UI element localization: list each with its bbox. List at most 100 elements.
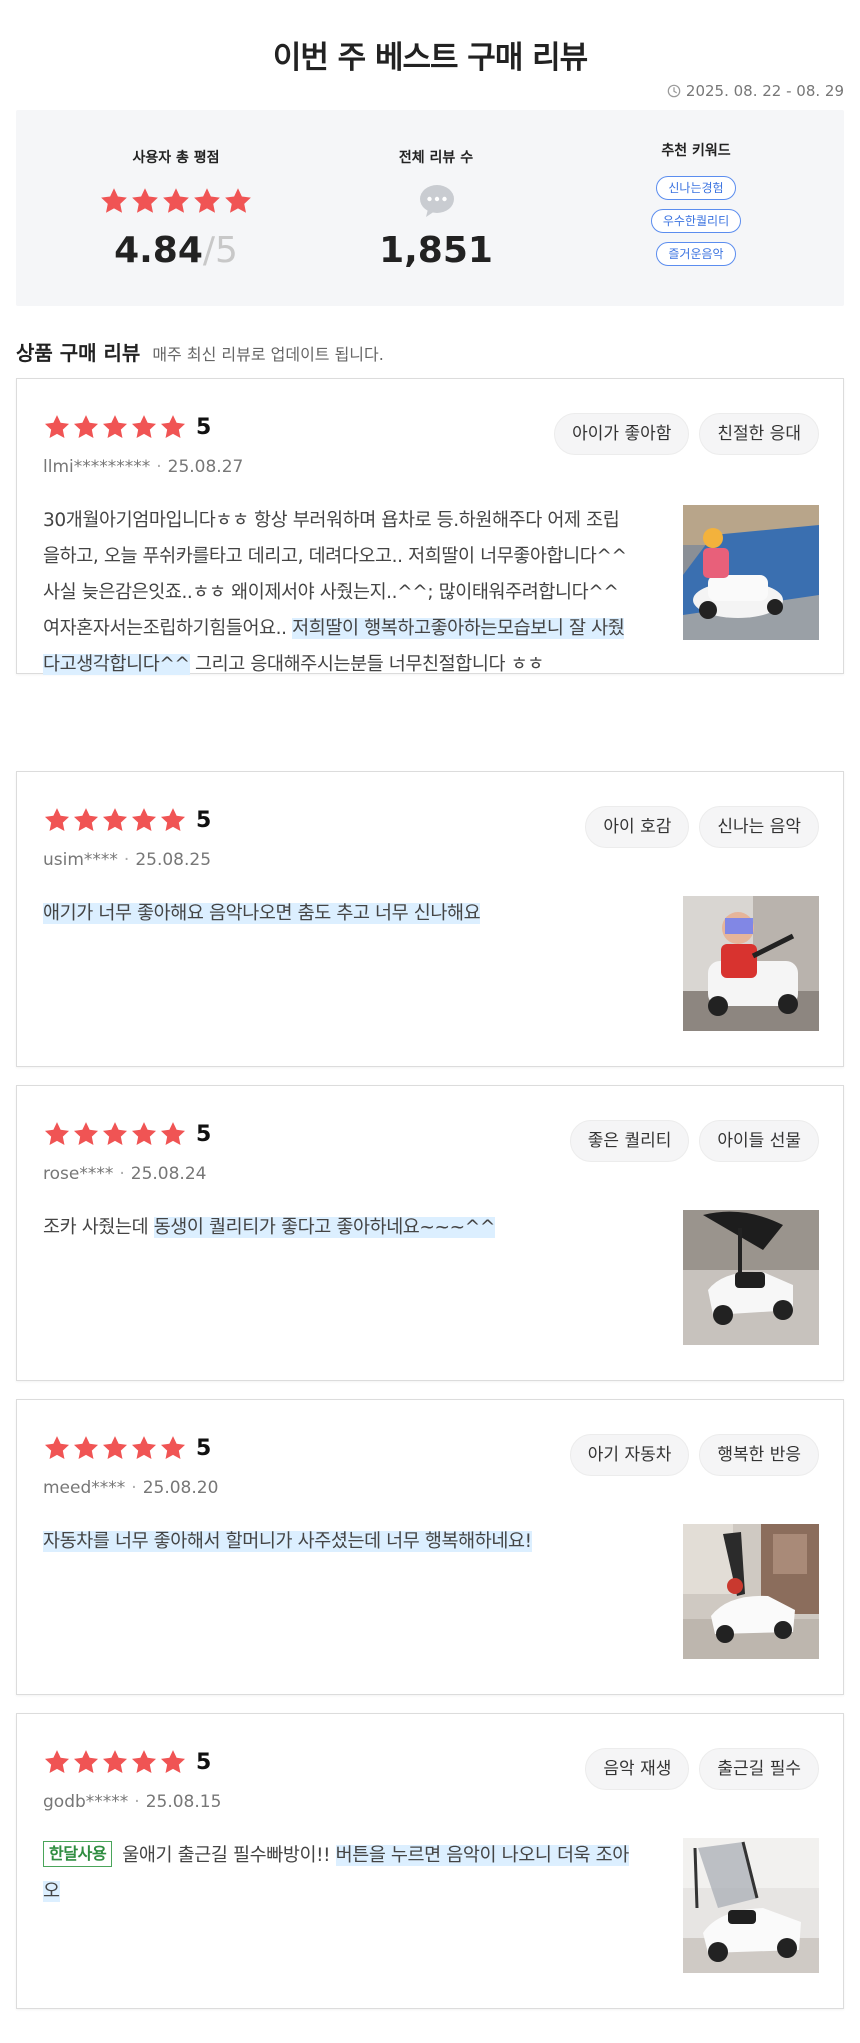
star-icon (43, 1120, 71, 1148)
review-photo[interactable] (683, 1524, 819, 1659)
star-icon (43, 1434, 71, 1462)
review-text: 30개월아기엄마입니다ㅎㅎ 항상 부러워하며 욥차로 등.하원해주다 어제 조립… (43, 503, 633, 683)
review-tag[interactable]: 친절한 응대 (699, 413, 819, 455)
star-icon (159, 413, 187, 441)
review-tag[interactable]: 음악 재생 (585, 1748, 690, 1790)
keyword-tag[interactable]: 우수한퀄리티 (650, 209, 742, 233)
review-meta: usim**** · 25.08.25 (43, 850, 212, 870)
review-text: 조카 사줬는데 동생이 퀄리티가 좋다고 좋아하네요~~~^^ (43, 1210, 633, 1246)
chat-icon (420, 185, 454, 217)
review-tag[interactable]: 아이 호감 (585, 806, 690, 848)
review-tag[interactable]: 아이들 선물 (699, 1120, 819, 1162)
review-score: 5 (196, 1121, 212, 1147)
review-card: 5 usim**** · 25.08.25 아이 호감 신나는 음악 애기가 너무 … (16, 771, 844, 1067)
review-tag[interactable]: 아이가 좋아함 (554, 413, 690, 455)
count-label: 전체 리뷰 수 (398, 150, 474, 166)
review-photo[interactable] (683, 505, 819, 640)
star-icon (72, 413, 100, 441)
review-user: llmi********* (43, 457, 151, 477)
review-text: 한달사용 울애기 출근길 필수빠방이!! 버튼을 누르면 음악이 나오니 더욱 조… (43, 1838, 633, 1910)
star-icon (99, 186, 129, 216)
review-text-highlight: 애기가 너무 좋아해요 음악나오면 춤도 추고 너무 신나해요 (43, 903, 481, 924)
star-icon (159, 806, 187, 834)
review-photo[interactable] (683, 1210, 819, 1345)
star-icon (72, 1434, 100, 1462)
page-title: 이번 주 베스트 구매 리뷰 (272, 40, 588, 76)
review-date: 25.08.25 (135, 850, 212, 870)
review-text-plain: 조카 사줬는데 (43, 1217, 154, 1238)
section-title: 상품 구매 리뷰 (16, 341, 141, 365)
rating-slash: / (202, 230, 216, 271)
review-date: 25.08.24 (130, 1164, 207, 1184)
review-user: usim**** (43, 850, 118, 870)
count-value: 1,851 (379, 230, 493, 271)
review-text: 자동차를 너무 좋아해서 할머니가 사주셨는데 너무 행복해하네요! (43, 1524, 633, 1560)
star-icon (72, 1748, 100, 1776)
review-score: 5 (196, 807, 212, 833)
section-header: 상품 구매 리뷰 매주 최신 리뷰로 업데이트 됩니다. (16, 337, 384, 366)
rating-label: 사용자 총 평점 (132, 150, 220, 166)
review-date: 25.08.27 (167, 457, 244, 477)
rating-stars (56, 186, 296, 216)
review-rating: 5 (43, 413, 211, 441)
keyword-summary: 추천 키워드 신나는경험 우수한퀄리티 즐거운음악 (576, 110, 816, 306)
review-text-plain: 울애기 출근길 필수빠방이!! (122, 1845, 336, 1866)
review-tags: 아기 자동차 행복한 반응 (569, 1434, 819, 1476)
review-meta: rose**** · 25.08.24 (43, 1164, 207, 1184)
rating-max: 5 (215, 230, 238, 271)
review-user: meed**** (43, 1478, 126, 1498)
review-meta: llmi********* · 25.08.27 (43, 457, 244, 477)
review-user: godb***** (43, 1792, 129, 1812)
star-icon (43, 413, 71, 441)
review-photo[interactable] (683, 1838, 819, 1973)
star-icon (130, 413, 158, 441)
review-tags: 아이가 좋아함 친절한 응대 (554, 413, 819, 455)
review-text-after: 그리고 응대해주시는분들 너무친절합니다 ㅎㅎ (189, 654, 544, 675)
star-icon (130, 1434, 158, 1462)
star-icon (101, 1748, 129, 1776)
review-text-highlight: 자동차를 너무 좋아해서 할머니가 사주셨는데 너무 행복해하네요! (43, 1531, 532, 1552)
star-icon (159, 1748, 187, 1776)
review-rating: 5 (43, 806, 211, 834)
usage-badge: 한달사용 (43, 1841, 113, 1867)
review-rating: 5 (43, 1120, 211, 1148)
star-icon (130, 806, 158, 834)
review-meta: godb***** · 25.08.15 (43, 1792, 222, 1812)
star-icon (192, 186, 222, 216)
review-score: 5 (196, 1749, 212, 1775)
review-user: rose**** (43, 1164, 114, 1184)
keyword-tag[interactable]: 신나는경험 (656, 176, 736, 200)
star-icon (101, 1434, 129, 1462)
star-icon (130, 186, 160, 216)
keyword-list: 신나는경험 우수한퀄리티 즐거운음악 (576, 176, 816, 266)
review-meta: meed**** · 25.08.20 (43, 1478, 219, 1498)
review-period: 2025. 08. 22 - 08. 29 (667, 82, 844, 100)
star-icon (43, 1748, 71, 1776)
review-rating: 5 (43, 1434, 211, 1462)
clock-icon (667, 84, 681, 98)
star-icon (72, 806, 100, 834)
review-tags: 아이 호감 신나는 음악 (585, 806, 819, 848)
review-tags: 좋은 퀄리티 아이들 선물 (569, 1120, 819, 1162)
review-text-highlight: 동생이 퀄리티가 좋다고 좋아하네요~~~^^ (153, 1217, 495, 1238)
review-summary: 사용자 총 평점 4.84/5 전체 리뷰 수 1,851 추천 키워드 신나는… (16, 110, 844, 306)
star-icon (101, 413, 129, 441)
star-icon (161, 186, 191, 216)
review-rating: 5 (43, 1748, 211, 1776)
star-icon (101, 806, 129, 834)
review-tag[interactable]: 행복한 반응 (699, 1434, 819, 1476)
review-tag[interactable]: 좋은 퀄리티 (569, 1120, 690, 1162)
review-tag[interactable]: 아기 자동차 (569, 1434, 690, 1476)
review-score: 5 (196, 1435, 212, 1461)
review-card: 5 rose**** · 25.08.24 좋은 퀄리티 아이들 선물 조카 사줬는… (16, 1085, 844, 1381)
review-tag[interactable]: 출근길 필수 (699, 1748, 819, 1790)
review-tag[interactable]: 신나는 음악 (699, 806, 819, 848)
keywords-label: 추천 키워드 (661, 143, 731, 159)
period-text: 2025. 08. 22 - 08. 29 (685, 82, 844, 100)
star-icon (130, 1120, 158, 1148)
count-summary: 전체 리뷰 수 1,851 (316, 110, 556, 306)
review-date: 25.08.15 (145, 1792, 222, 1812)
keyword-tag[interactable]: 즐거운음악 (656, 242, 736, 266)
rating-value: 4.84/5 (56, 230, 296, 271)
review-photo[interactable] (683, 896, 819, 1031)
